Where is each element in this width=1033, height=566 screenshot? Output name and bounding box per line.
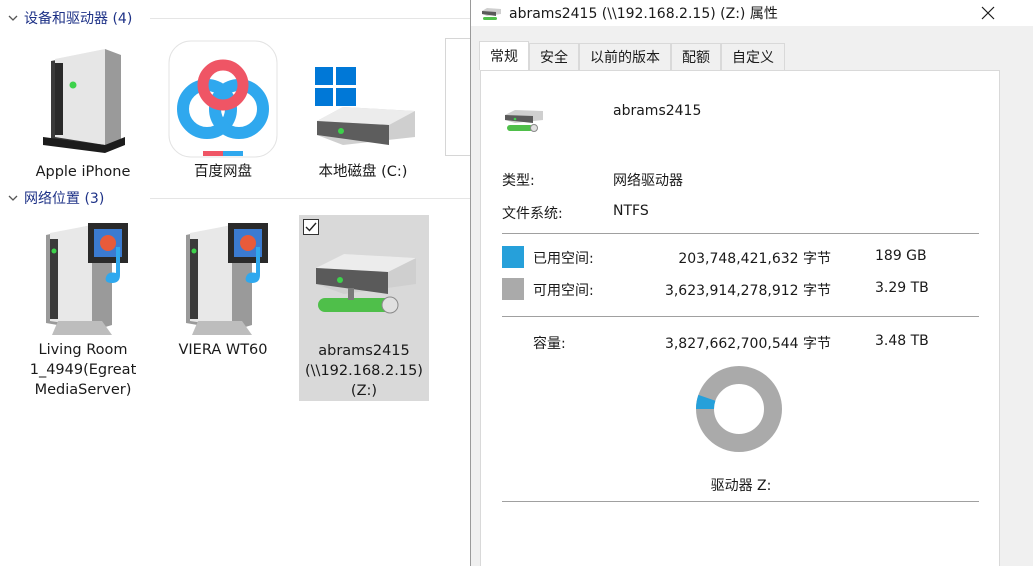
tab-general[interactable]: 常规	[479, 41, 529, 70]
free-space-label: 可用空间:	[533, 283, 594, 299]
general-tab-panel: abrams2415 类型: 网络驱动器 文件系统: NTFS 已用空间: 20…	[480, 70, 1000, 566]
device-apple-iphone[interactable]: Apple iPhone	[18, 36, 148, 182]
device-baidu-netdisk[interactable]: 百度网盘	[158, 36, 288, 182]
used-space-swatch	[502, 246, 524, 268]
capacity-bytes: 3,827,662,700,544 字节	[664, 336, 831, 352]
free-space-bytes: 3,623,914,278,912 字节	[664, 283, 831, 299]
group-divider	[150, 198, 470, 199]
group-divider	[150, 18, 470, 19]
drive-name: abrams2415	[613, 103, 702, 119]
disk-usage-donut	[696, 366, 782, 452]
dialog-title: abrams2415 (\\192.168.2.15) (Z:) 属性	[509, 6, 778, 22]
media-server-icon	[18, 214, 148, 340]
tab-quota[interactable]: 配额	[671, 43, 721, 70]
filesystem-value: NTFS	[613, 203, 649, 219]
separator	[502, 316, 979, 317]
separator	[502, 501, 979, 502]
separator	[502, 233, 979, 234]
tab-previous-versions[interactable]: 以前的版本	[579, 43, 671, 70]
chevron-down-icon	[6, 11, 20, 25]
network-viera-wt60[interactable]: VIERA WT60	[158, 214, 288, 360]
used-space-bytes: 203,748,421,632 字节	[678, 251, 831, 267]
type-value: 网络驱动器	[613, 173, 683, 189]
chevron-down-icon	[6, 191, 20, 205]
network-drive-icon	[503, 105, 547, 139]
network-living-room[interactable]: Living Room 1_4949(Egreat MediaServer)	[18, 214, 148, 400]
network-group-header[interactable]: 网络位置 (3)	[6, 188, 104, 208]
device-local-disk-c[interactable]: 本地磁盘 (C:)	[298, 36, 428, 182]
selection-checkbox[interactable]	[303, 219, 319, 235]
network-group-label: 网络位置 (3)	[24, 191, 105, 207]
network-label: VIERA WT60	[178, 342, 268, 358]
capacity-label: 容量:	[533, 336, 566, 352]
devices-group-label: 设备和驱动器 (4)	[24, 11, 133, 27]
used-space-label: 已用空间:	[533, 251, 594, 267]
device-label: 百度网盘	[194, 164, 252, 180]
baidu-netdisk-icon	[158, 36, 288, 162]
network-drive-icon	[481, 5, 503, 21]
type-label: 类型:	[502, 173, 535, 189]
device-label: 本地磁盘 (C:)	[318, 164, 408, 180]
tab-security[interactable]: 安全	[529, 43, 579, 70]
properties-dialog: abrams2415 (\\192.168.2.15) (Z:) 属性 常规 安…	[470, 0, 1033, 566]
network-label: Living Room 1_4949(Egreat MediaServer)	[29, 342, 137, 398]
network-abrams2415-drive[interactable]: abrams2415 (\\192.168.2.15) (Z:)	[299, 215, 429, 401]
free-space-size: 3.29 TB	[875, 280, 929, 296]
used-space-size: 189 GB	[875, 248, 927, 264]
dialog-titlebar[interactable]: abrams2415 (\\192.168.2.15) (Z:) 属性	[471, 0, 1033, 26]
network-label: abrams2415 (\\192.168.2.15) (Z:)	[305, 343, 423, 399]
media-server-icon	[158, 214, 288, 340]
drive-letter-label: 驱动器 Z:	[710, 478, 772, 494]
donut-free-segment	[696, 366, 782, 452]
capacity-size: 3.48 TB	[875, 333, 929, 349]
tab-strip: 常规 安全 以前的版本 配额 自定义	[479, 41, 785, 70]
server-icon	[18, 36, 148, 162]
close-icon[interactable]	[977, 2, 999, 24]
devices-group-header[interactable]: 设备和驱动器 (4)	[6, 8, 132, 28]
device-label: Apple iPhone	[35, 164, 131, 180]
free-space-swatch	[502, 278, 524, 300]
filesystem-label: 文件系统:	[502, 206, 563, 222]
local-disk-icon	[298, 36, 428, 162]
tab-customize[interactable]: 自定义	[721, 43, 785, 70]
